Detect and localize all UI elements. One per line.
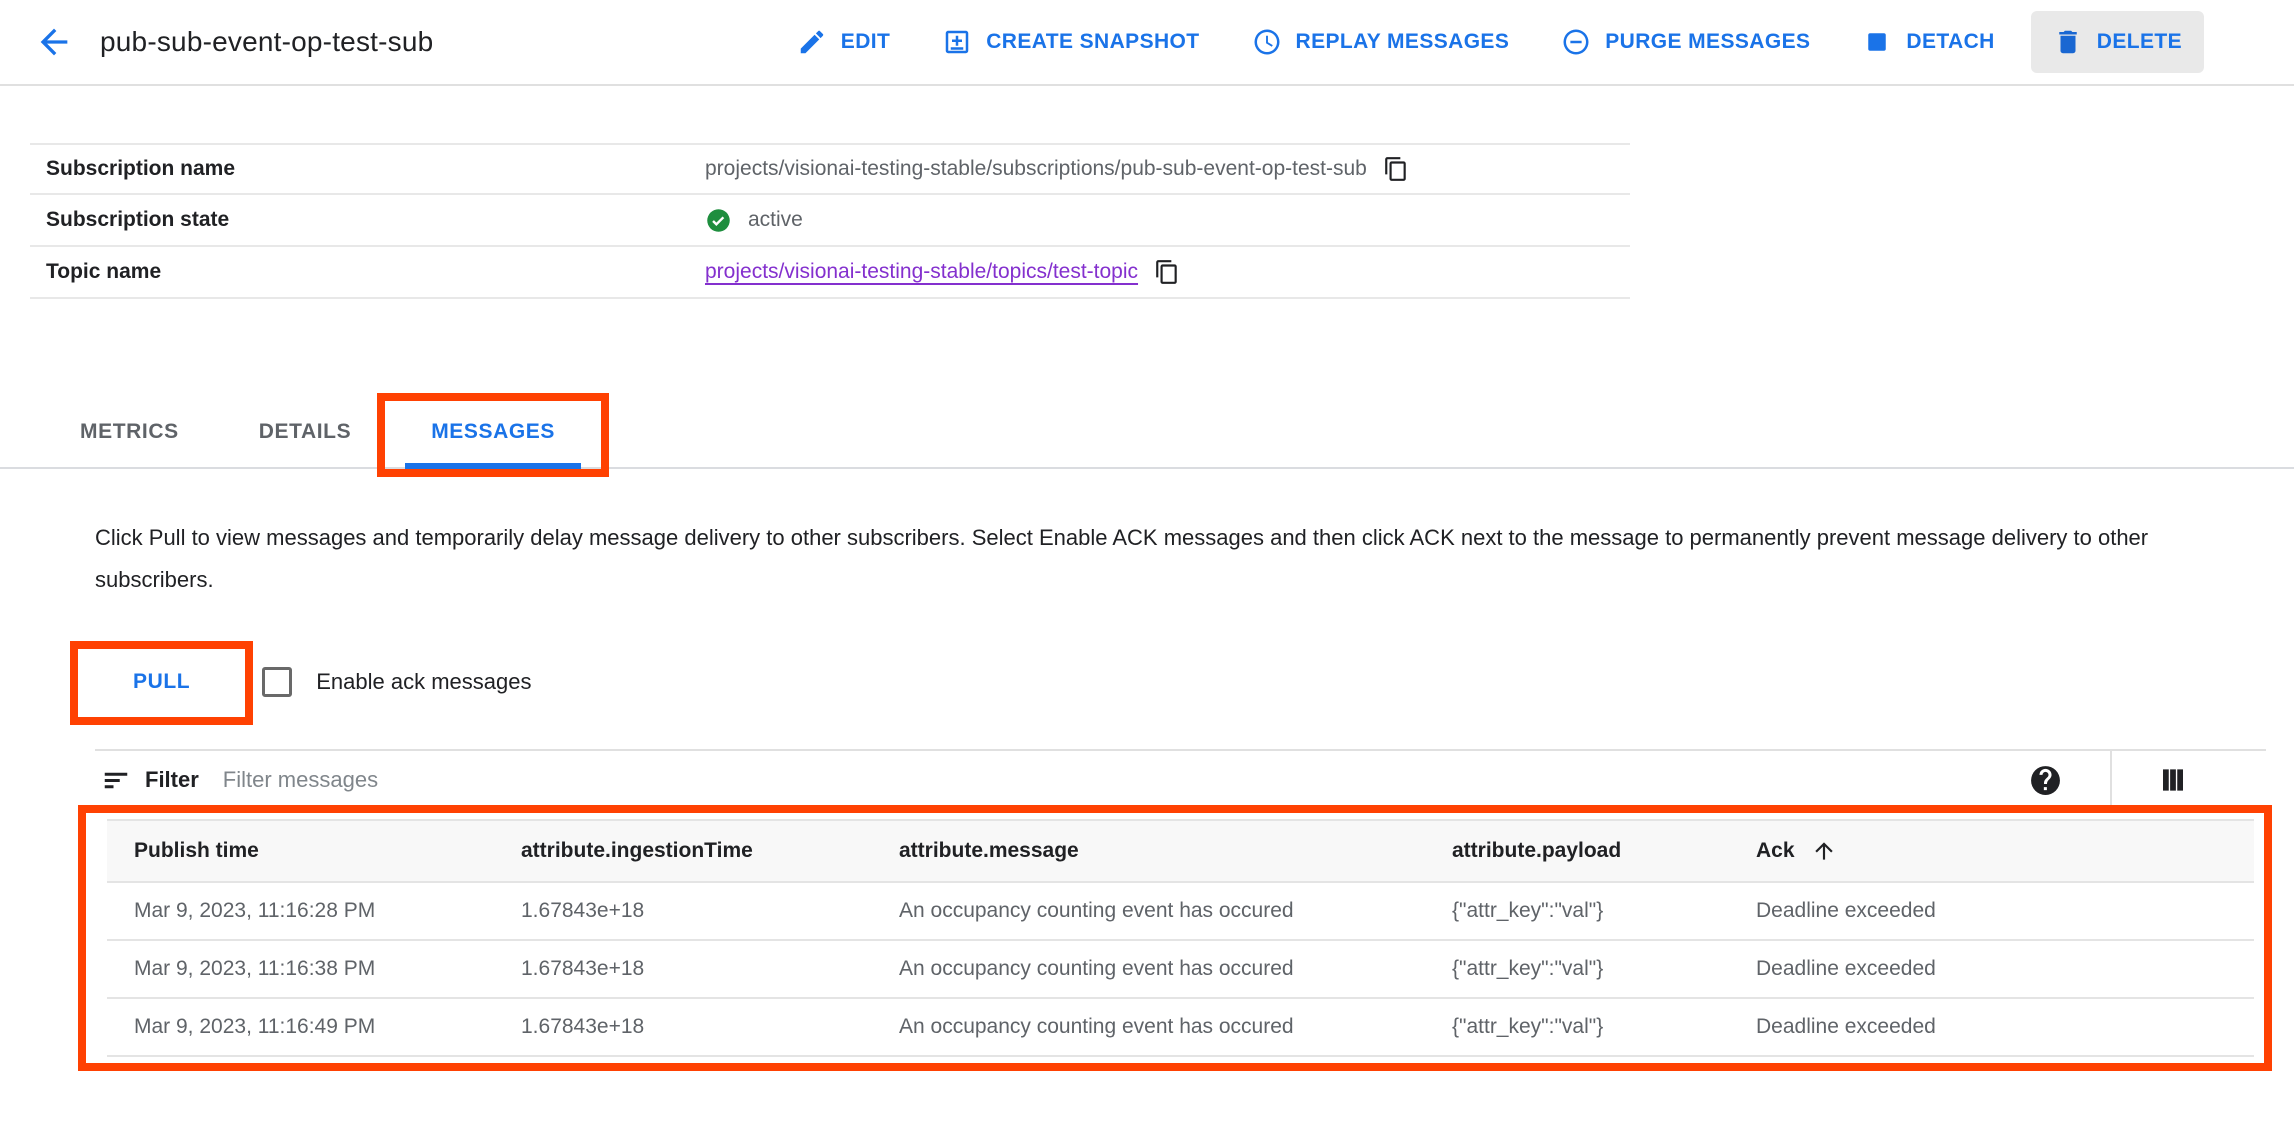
subscription-header: pub-sub-event-op-test-sub EDIT CREATE SN…: [0, 0, 2294, 86]
cell-message: An occupancy counting event has occured: [899, 899, 1294, 922]
tab-details[interactable]: DETAILS: [219, 397, 391, 467]
cell-publish-time: Mar 9, 2023, 11:16:49 PM: [134, 1015, 376, 1038]
cell-ack: Deadline exceeded: [1756, 1015, 1936, 1038]
cell-ingestion-time: 1.67843e+18: [521, 957, 645, 980]
topic-link[interactable]: projects/visionai-testing-stable/topics/…: [705, 260, 1138, 284]
pull-description: Click Pull to view messages and temporar…: [95, 525, 2149, 592]
page-title: pub-sub-event-op-test-sub: [100, 26, 434, 57]
copy-icon: [1383, 156, 1409, 182]
column-selector-icon: [2158, 765, 2188, 795]
edit-button[interactable]: EDIT: [781, 13, 906, 71]
question-circle-icon: [2029, 764, 2062, 797]
table-row[interactable]: Mar 9, 2023, 11:16:49 PM 1.67843e+18 An …: [107, 999, 2254, 1057]
copy-icon: [1154, 259, 1180, 285]
cell-payload: {"attr_key":"val"}: [1452, 1015, 1604, 1038]
detail-row-subscription-state: Subscription state active: [30, 195, 1630, 247]
tab-metrics[interactable]: METRICS: [40, 397, 219, 467]
cell-ingestion-time: 1.67843e+18: [521, 899, 645, 922]
table-row[interactable]: Mar 9, 2023, 11:16:28 PM 1.67843e+18 An …: [107, 883, 2254, 941]
cell-payload: {"attr_key":"val"}: [1452, 899, 1604, 922]
vertical-divider: [2110, 751, 2112, 809]
pubsub-subscription-page: { "colors": { "accent": "#1a73e8", "anno…: [0, 0, 2294, 1130]
detail-label: Topic name: [46, 260, 162, 283]
arrow-up-icon: [1811, 838, 1837, 864]
column-header-message[interactable]: attribute.message: [872, 839, 1425, 863]
replay-messages-button[interactable]: REPLAY MESSAGES: [1236, 13, 1526, 71]
pull-button[interactable]: PULL: [95, 653, 229, 711]
subscription-state-value: active: [748, 208, 803, 231]
cell-message: An occupancy counting event has occured: [899, 957, 1294, 980]
snapshot-icon: [942, 27, 972, 57]
cell-message: An occupancy counting event has occured: [899, 1015, 1294, 1038]
filter-label: Filter: [145, 767, 199, 792]
filter-bar-actions: [2029, 751, 2266, 809]
messages-card: Filter Publish: [78, 749, 2272, 1071]
table-row[interactable]: Mar 9, 2023, 11:16:38 PM 1.67843e+18 An …: [107, 941, 2254, 999]
filter-bar: Filter: [95, 751, 2266, 809]
cell-ack: Deadline exceeded: [1756, 899, 1936, 922]
messages-table-region: Publish time attribute.ingestionTime att…: [78, 805, 2272, 1071]
purge-messages-button[interactable]: PURGE MESSAGES: [1545, 13, 1826, 71]
filter-messages-input[interactable]: [222, 767, 723, 793]
pencil-icon: [797, 27, 827, 57]
enable-ack-label: Enable ack messages: [316, 669, 532, 694]
help-button[interactable]: [2029, 764, 2062, 797]
cell-payload: {"attr_key":"val"}: [1452, 957, 1604, 980]
trash-icon: [2053, 27, 2083, 57]
minus-circle-icon: [1561, 27, 1591, 57]
cell-ingestion-time: 1.67843e+18: [521, 1015, 645, 1038]
subscription-name-value: projects/visionai-testing-stable/subscri…: [705, 157, 1367, 180]
back-button[interactable]: [34, 22, 74, 62]
cell-ack: Deadline exceeded: [1756, 957, 1936, 980]
column-header-ingestion-time[interactable]: attribute.ingestionTime: [494, 839, 872, 863]
arrow-left-icon: [34, 22, 74, 62]
tab-messages[interactable]: MESSAGES: [377, 393, 610, 477]
create-snapshot-button[interactable]: CREATE SNAPSHOT: [926, 13, 1215, 71]
subscription-details: Subscription name projects/visionai-test…: [30, 143, 1630, 299]
column-selector-button[interactable]: [2158, 765, 2188, 795]
copy-button[interactable]: [1383, 156, 1409, 182]
pull-controls: PULL Enable ack messages: [70, 641, 2294, 725]
messages-table: Publish time attribute.ingestionTime att…: [107, 819, 2254, 1057]
detach-button[interactable]: DETACH: [1846, 13, 2010, 71]
delete-button[interactable]: DELETE: [2030, 11, 2204, 73]
column-header-payload[interactable]: attribute.payload: [1425, 839, 1729, 863]
detail-label: Subscription name: [46, 157, 236, 180]
tab-bar: METRICS DETAILS MESSAGES: [0, 393, 2294, 477]
check-circle-icon: [705, 207, 732, 234]
table-header-row: Publish time attribute.ingestionTime att…: [107, 821, 2254, 883]
detach-icon: [1862, 27, 1892, 57]
enable-ack-checkbox[interactable]: [262, 667, 293, 697]
cell-publish-time: Mar 9, 2023, 11:16:28 PM: [134, 899, 376, 922]
column-header-publish-time[interactable]: Publish time: [107, 839, 494, 863]
active-tab-underline: [405, 463, 582, 469]
header-action-bar: EDIT CREATE SNAPSHOT REPLAY MESSAGES PUR…: [781, 11, 2204, 73]
detail-row-topic-name: Topic name projects/visionai-testing-sta…: [30, 247, 1630, 299]
clock-icon: [1252, 27, 1282, 57]
cell-publish-time: Mar 9, 2023, 11:16:38 PM: [134, 957, 376, 980]
column-header-ack[interactable]: Ack: [1729, 838, 2254, 864]
messages-panel: Click Pull to view messages and temporar…: [0, 517, 2294, 1071]
detail-label: Subscription state: [46, 208, 230, 231]
filter-list-icon: [101, 765, 131, 795]
detail-row-subscription-name: Subscription name projects/visionai-test…: [30, 143, 1630, 195]
copy-button[interactable]: [1154, 259, 1180, 285]
